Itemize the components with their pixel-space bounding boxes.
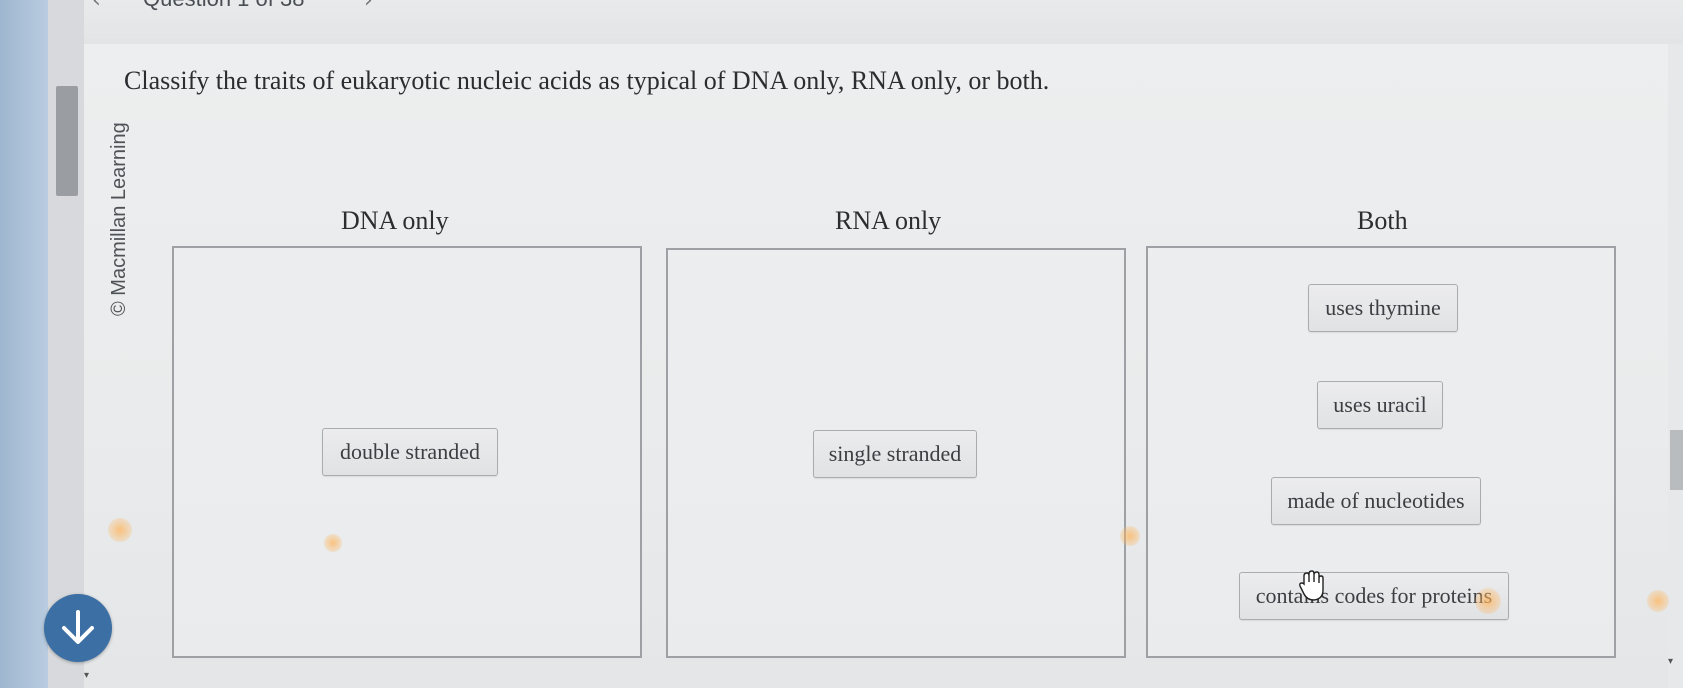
scroll-down-button[interactable] (44, 594, 112, 662)
chevron-right-icon[interactable]: › (364, 0, 373, 13)
left-scroll-thumb[interactable] (56, 86, 78, 196)
light-glare (1647, 590, 1669, 612)
column-title-both: Both (1357, 206, 1408, 235)
copyright-label: © Macmillan Learning (108, 122, 130, 316)
column-title-dna-only: DNA only (341, 206, 449, 235)
scroll-down-arrow-icon[interactable]: ▾ (84, 670, 89, 681)
chevron-left-icon[interactable]: ‹ (92, 0, 101, 13)
chip-contains-codes-for-proteins[interactable]: contains codes for proteins (1239, 572, 1509, 620)
light-glare (1120, 526, 1140, 546)
chip-made-of-nucleotides[interactable]: made of nucleotides (1271, 477, 1481, 525)
question-prompt: Classify the traits of eukaryotic nuclei… (124, 66, 1050, 95)
chip-uses-thymine[interactable]: uses thymine (1308, 284, 1458, 332)
hand-grab-icon (1298, 570, 1326, 607)
right-scroll-track[interactable] (1668, 44, 1683, 688)
arrow-down-icon (62, 610, 94, 644)
chip-single-stranded[interactable]: single stranded (813, 430, 977, 478)
light-glare (1475, 588, 1501, 614)
light-glare (324, 534, 342, 552)
light-glare (108, 518, 132, 542)
question-navigation[interactable]: Question 1 of 38 (143, 0, 304, 12)
chip-double-stranded[interactable]: double stranded (322, 428, 498, 476)
right-scroll-down-arrow-icon[interactable]: ▾ (1668, 656, 1673, 667)
top-bar: ‹ Question 1 of 38 › (0, 0, 1683, 44)
column-title-rna-only: RNA only (835, 206, 942, 235)
left-rail (0, 0, 84, 688)
chip-uses-uracil[interactable]: uses uracil (1317, 381, 1443, 429)
right-scroll-thumb[interactable] (1670, 430, 1683, 490)
